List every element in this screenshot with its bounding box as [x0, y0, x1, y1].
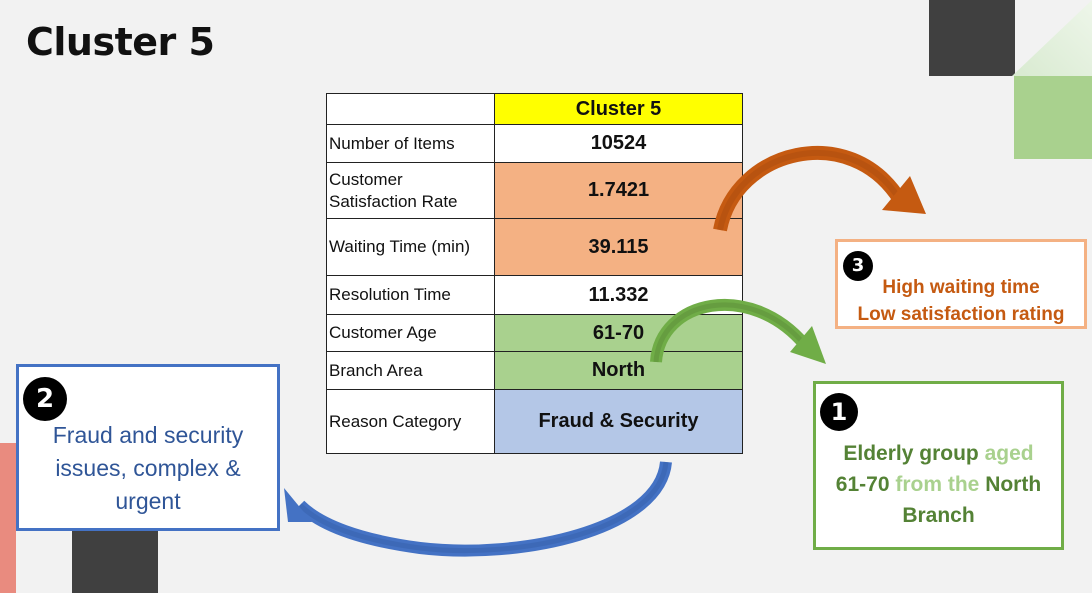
callout-1-text-c: 61-70	[835, 473, 896, 496]
green-curved-arrow	[650, 298, 826, 364]
callout-elderly-north: 1 Elderly group aged 61-70 from the Nort…	[813, 381, 1064, 550]
orange-curved-arrow	[713, 146, 926, 232]
callout-3-line1: High waiting time	[882, 277, 1040, 298]
callout-1-line3: Branch	[902, 504, 975, 527]
callout-2-text: Fraud and security issues, complex & urg…	[19, 419, 277, 518]
callout-1-line2: 61-70 from the North	[816, 469, 1061, 500]
callout-1-text-b: aged	[984, 442, 1034, 465]
callout-1-text: Elderly group aged 61-70 from the North …	[816, 438, 1061, 531]
callout-2-line3: urgent	[115, 488, 181, 514]
callout-3-text: High waiting time Low satisfaction ratin…	[838, 274, 1084, 328]
callout-fraud-security: 2 Fraud and security issues, complex & u…	[16, 364, 280, 531]
number-badge-2: 2	[23, 377, 67, 421]
callout-2-line1: Fraud and security	[52, 422, 244, 448]
callout-3-line2: Low satisfaction rating	[857, 304, 1065, 325]
number-badge-1: 1	[820, 393, 858, 431]
callout-1-text-a: Elderly group	[843, 442, 985, 465]
callout-2-line2: issues, complex &	[55, 455, 241, 481]
blue-curved-arrow	[284, 461, 672, 557]
callout-waiting-satisfaction: 3 High waiting time Low satisfaction rat…	[835, 239, 1087, 329]
callout-1-line1: Elderly group aged	[816, 438, 1061, 469]
callout-1-text-e: North	[985, 473, 1042, 496]
callout-1-text-d: from the	[895, 473, 986, 496]
